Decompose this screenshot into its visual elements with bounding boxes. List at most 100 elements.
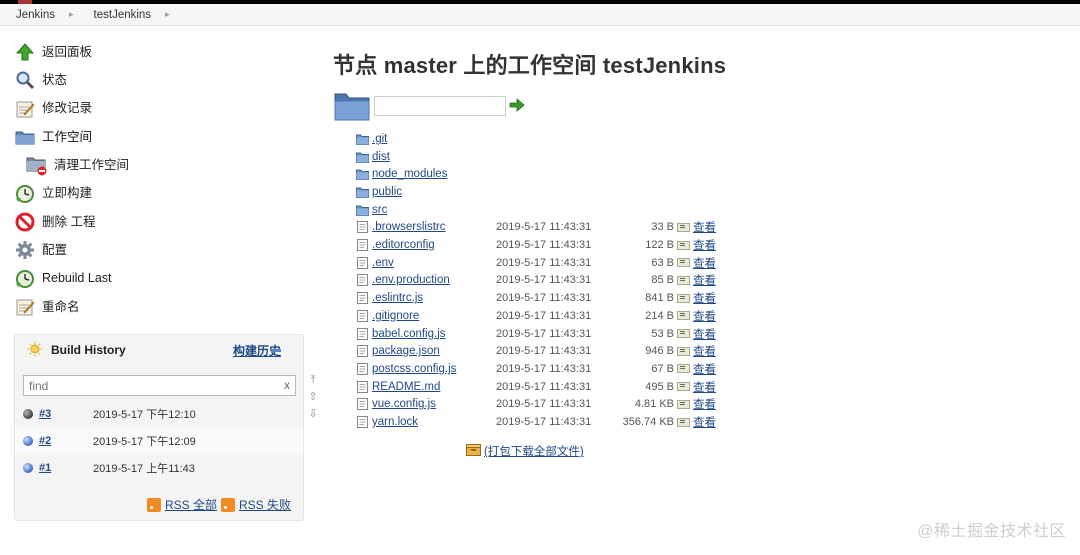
view-file-icon[interactable]	[677, 222, 690, 232]
build-history-panel: Build History 构建历史 x #3 2019-5-17 下午12:1…	[14, 334, 304, 521]
build-link[interactable]: #2	[39, 435, 51, 447]
breadcrumb-separator[interactable]: ▸	[69, 9, 74, 20]
file-size: 63 B	[651, 256, 674, 269]
build-link[interactable]: #3	[39, 408, 51, 420]
file-name-link[interactable]: .gitignore	[372, 310, 496, 322]
build-number-link[interactable]: #3	[39, 408, 93, 420]
scroll-up-icon[interactable]: ⇧	[308, 389, 317, 406]
folder-row: node_modules	[356, 165, 716, 183]
file-date: 2019-5-17 11:43:31	[496, 239, 592, 252]
view-file-icon[interactable]	[677, 240, 690, 250]
view-file-link[interactable]: 查看	[693, 361, 716, 377]
archive-icon	[466, 443, 481, 459]
build-row: #1 2019-5-17 上午11:43	[15, 454, 303, 482]
download-all[interactable]: (打包下载全部文件)	[466, 443, 584, 459]
task-label: 重命名	[42, 299, 80, 314]
folder-delete-icon	[26, 154, 48, 176]
file-name-link[interactable]: src	[372, 204, 496, 216]
view-file-link[interactable]: 查看	[693, 237, 716, 253]
view-file-link[interactable]: 查看	[693, 219, 716, 235]
view-file-link[interactable]: 查看	[693, 396, 716, 412]
build-status-gray-icon	[23, 409, 33, 419]
file-row: babel.config.js 2019-5-17 11:43:31 53 B 查看	[356, 325, 716, 343]
task-wipe-workspace[interactable]: 清理工作空间	[14, 151, 304, 179]
file-name-link[interactable]: .eslintrc.js	[372, 292, 496, 304]
task-workspace[interactable]: 工作空间	[14, 123, 304, 151]
view-file-icon[interactable]	[677, 293, 690, 303]
task-changes[interactable]: 修改记录	[14, 95, 304, 123]
file-name-link[interactable]: public	[372, 186, 496, 198]
folder-row: .git	[356, 130, 716, 148]
task-rebuild-last[interactable]: Rebuild Last	[14, 264, 304, 292]
file-name-link[interactable]: node_modules	[372, 168, 496, 180]
file-name-link[interactable]: package.json	[372, 345, 496, 357]
sun-icon	[27, 341, 43, 360]
build-row: #2 2019-5-17 下午12:09	[15, 427, 303, 455]
view-file-icon[interactable]	[677, 329, 690, 339]
rss-all-link[interactable]: RSS 全部	[165, 496, 217, 513]
build-search-box: x	[23, 375, 296, 396]
file-name-link[interactable]: .editorconfig	[372, 239, 496, 251]
path-input[interactable]	[374, 96, 506, 116]
task-build-now[interactable]: 立即构建	[14, 179, 304, 207]
task-delete-project[interactable]: 删除 工程	[14, 208, 304, 236]
scroll-down-icon[interactable]: ⇩	[308, 406, 317, 423]
task-configure[interactable]: 配置	[14, 236, 304, 264]
view-file-icon[interactable]	[677, 382, 690, 392]
build-link[interactable]: #1	[39, 462, 51, 474]
view-file-icon[interactable]	[677, 399, 690, 409]
file-name-link[interactable]: vue.config.js	[372, 398, 496, 410]
file-icon	[357, 362, 368, 375]
file-date: 2019-5-17 11:43:31	[496, 221, 592, 234]
view-file-link[interactable]: 查看	[693, 414, 716, 430]
notepad-icon	[14, 98, 36, 120]
collapse-button[interactable]	[271, 349, 281, 352]
view-file-icon[interactable]	[677, 364, 690, 374]
task-status[interactable]: 状态	[14, 66, 304, 94]
file-name-link[interactable]: .env	[372, 257, 496, 269]
view-file-link[interactable]: 查看	[693, 379, 716, 395]
task-label: 配置	[42, 242, 68, 257]
file-size: 4.81 KB	[634, 398, 674, 411]
view-file-icon[interactable]	[677, 275, 690, 285]
file-name-link[interactable]: .env.production	[372, 274, 496, 286]
build-number-link[interactable]: #2	[39, 435, 93, 447]
view-file-icon[interactable]	[677, 417, 690, 427]
rss-icon	[220, 497, 235, 512]
file-name-link[interactable]: README.md	[372, 381, 496, 393]
file-name-link[interactable]: .browserslistrc	[372, 221, 496, 233]
file-size: 122 B	[645, 239, 674, 252]
build-search-input[interactable]	[24, 376, 274, 395]
view-file-link[interactable]: 查看	[693, 308, 716, 324]
rss-failed-link[interactable]: RSS 失败	[239, 496, 291, 513]
file-row: .env.production 2019-5-17 11:43:31 85 B 查看	[356, 272, 716, 290]
view-file-link[interactable]: 查看	[693, 326, 716, 342]
view-file-link[interactable]: 查看	[693, 290, 716, 306]
build-history-header: Build History 构建历史	[15, 335, 303, 365]
file-name-link[interactable]: postcss.config.js	[372, 363, 496, 375]
file-name-link[interactable]: babel.config.js	[372, 328, 496, 340]
view-file-icon[interactable]	[677, 258, 690, 268]
task-back-to-dashboard[interactable]: 返回面板	[14, 38, 304, 66]
file-size: 356.74 KB	[622, 416, 674, 429]
breadcrumb-testjenkins[interactable]: testJenkins	[94, 9, 152, 21]
task-label: 立即构建	[42, 186, 93, 201]
scroll-top-icon[interactable]: ⤒	[311, 372, 316, 389]
file-date: 2019-5-17 11:43:31	[496, 274, 592, 287]
go-arrow-icon[interactable]	[509, 97, 525, 115]
file-name-link[interactable]: dist	[372, 151, 496, 163]
view-file-link[interactable]: 查看	[693, 255, 716, 271]
view-file-link[interactable]: 查看	[693, 272, 716, 288]
file-name-link[interactable]: yarn.lock	[372, 416, 496, 428]
file-name-link[interactable]: .git	[372, 133, 496, 145]
task-rename[interactable]: 重命名	[14, 293, 304, 321]
download-all-link[interactable]: (打包下载全部文件)	[484, 443, 584, 459]
view-file-icon[interactable]	[677, 346, 690, 356]
view-file-link[interactable]: 查看	[693, 343, 716, 359]
file-date: 2019-5-17 11:43:31	[496, 362, 592, 375]
breadcrumb-jenkins[interactable]: Jenkins	[16, 9, 55, 21]
view-file-icon[interactable]	[677, 311, 690, 321]
breadcrumb-separator[interactable]: ▸	[165, 9, 170, 20]
build-number-link[interactable]: #1	[39, 462, 93, 474]
search-clear-button[interactable]: x	[284, 378, 290, 392]
